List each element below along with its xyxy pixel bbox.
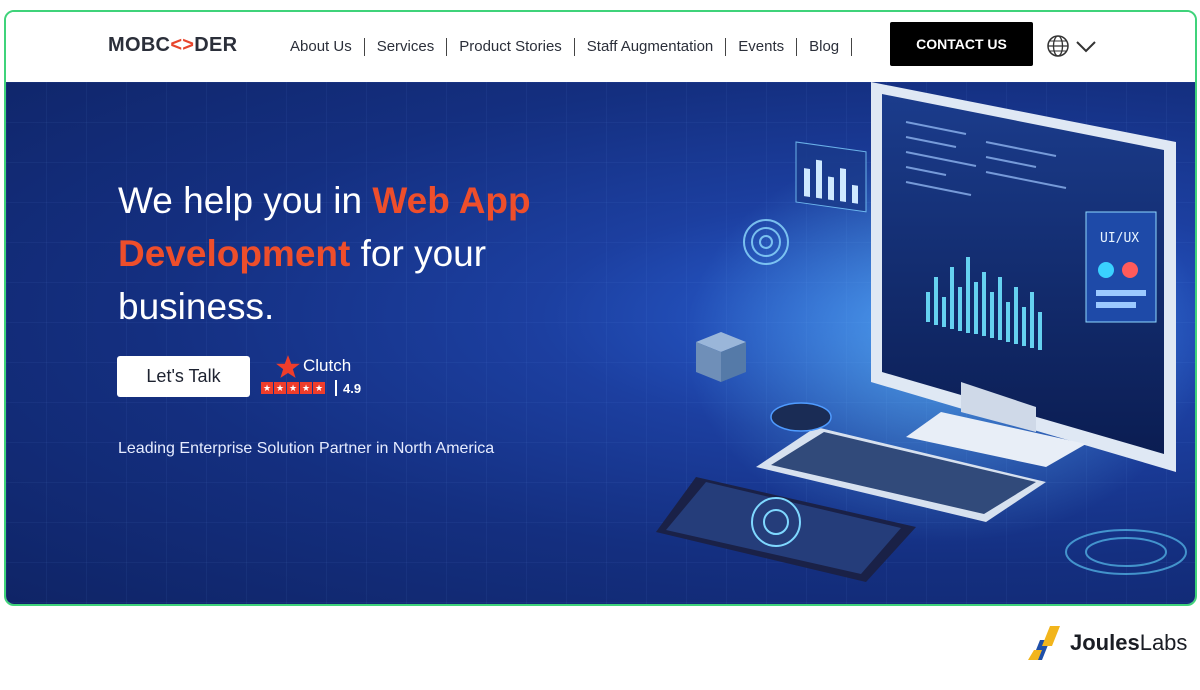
brand-name-regular: Labs xyxy=(1139,630,1188,655)
jouleslabs-watermark: JoulesLabs xyxy=(1028,626,1187,660)
mouse-graphic xyxy=(770,402,832,432)
clutch-rating-value: 4.9 xyxy=(343,381,362,396)
logo-text-left: MOBC xyxy=(108,34,171,56)
star-icon: ★ xyxy=(300,382,312,394)
nav-item-about-us[interactable]: About Us xyxy=(278,38,365,56)
headline-highlight: Development xyxy=(118,233,351,274)
chevron-down-icon xyxy=(1076,41,1096,53)
star-icon: ★ xyxy=(261,382,273,394)
uiux-panel: UI/UX xyxy=(1085,211,1157,323)
logo-text-right: DER xyxy=(194,34,238,56)
nav-item-events[interactable]: Events xyxy=(726,38,798,56)
brand-name-bold: Joules xyxy=(1070,630,1140,655)
clutch-rating-badge[interactable]: Clutch ★ ★ ★ ★ ★ 4.9 xyxy=(261,352,371,404)
clutch-star-icon xyxy=(276,355,300,378)
floor-rings xyxy=(1065,529,1187,575)
star-icon: ★ xyxy=(313,382,325,394)
clutch-name: Clutch xyxy=(303,356,352,375)
star-icon: ★ xyxy=(274,382,286,394)
mobcoder-logo[interactable]: MOBC<>DER xyxy=(108,34,237,57)
logo-mark: <> xyxy=(170,34,195,56)
nav-item-staff-augmentation[interactable]: Staff Augmentation xyxy=(575,38,727,56)
nav-item-product-stories[interactable]: Product Stories xyxy=(447,38,575,56)
language-selector[interactable] xyxy=(1046,34,1098,58)
hero-tagline: Leading Enterprise Solution Partner in N… xyxy=(118,440,495,457)
uiux-label: UI/UX xyxy=(1100,231,1139,246)
rating-stars: ★ ★ ★ ★ ★ xyxy=(261,382,325,394)
top-navigation: MOBC<>DER About Us Services Product Stor… xyxy=(6,12,1195,82)
star-icon: ★ xyxy=(287,382,299,394)
cube-graphic xyxy=(696,332,746,382)
rating-divider xyxy=(335,380,337,396)
headline-part: for your xyxy=(350,233,487,274)
contact-us-button[interactable]: CONTACT US xyxy=(890,22,1033,66)
brand-name: JoulesLabs xyxy=(1070,630,1187,656)
jouleslabs-logo-icon xyxy=(1028,626,1060,660)
headline-part: We help you in xyxy=(118,180,373,221)
headline-highlight: Web App xyxy=(372,180,531,221)
globe-icon xyxy=(1047,35,1069,57)
hero-section: We help you in Web App Development for y… xyxy=(6,82,1195,604)
nav-item-services[interactable]: Services xyxy=(365,38,448,56)
hero-headline: We help you in Web App Development for y… xyxy=(118,174,588,333)
floating-chart-panel xyxy=(795,141,867,213)
hero-illustration: UI/UX xyxy=(656,82,1195,582)
browser-frame: MOBC<>DER About Us Services Product Stor… xyxy=(4,10,1197,606)
lets-talk-button[interactable]: Let's Talk xyxy=(117,356,250,397)
nav-item-blog[interactable]: Blog xyxy=(797,38,853,56)
main-menu: About Us Services Product Stories Staff … xyxy=(278,12,853,82)
headline-part: business. xyxy=(118,286,275,327)
